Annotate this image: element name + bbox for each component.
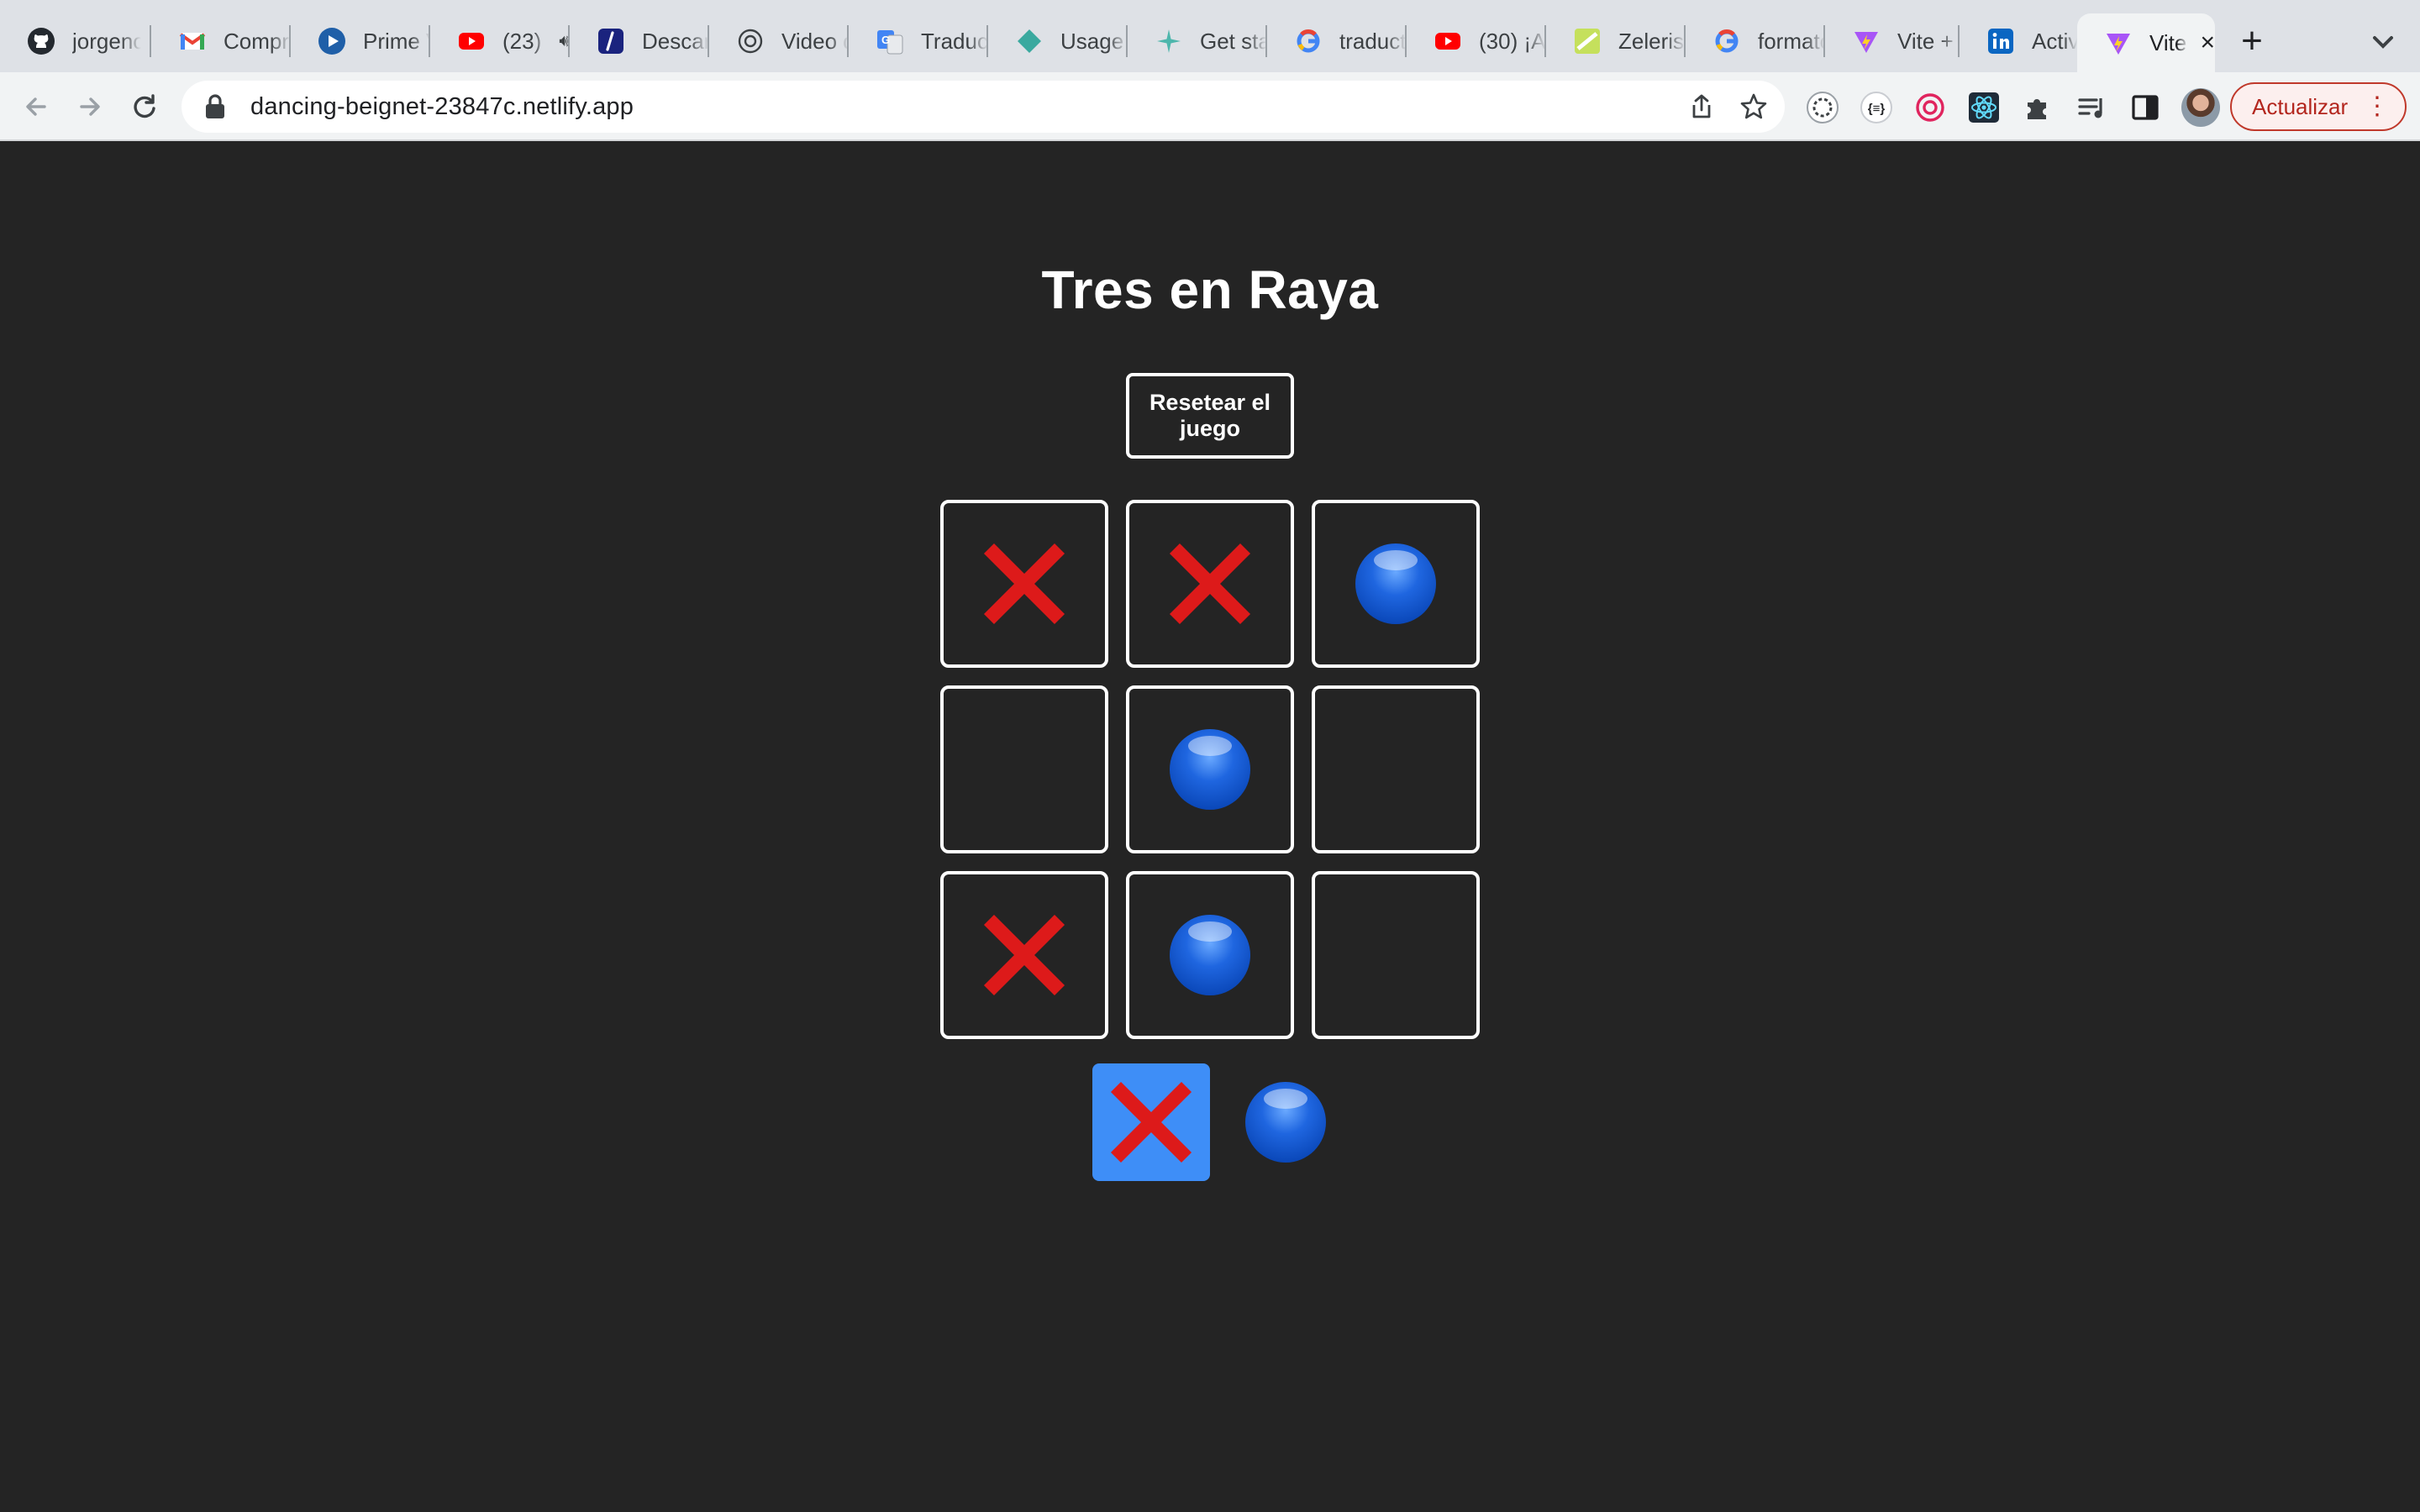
share-icon[interactable] — [1687, 92, 1716, 121]
browser-tab[interactable]: Get sta — [1128, 13, 1267, 69]
game-board — [940, 500, 1480, 1039]
extensions-puzzle-icon[interactable] — [2019, 89, 2056, 126]
gmail-icon — [178, 27, 207, 55]
browser-tab[interactable]: (30) ¡A — [1407, 13, 1546, 69]
reload-icon[interactable] — [127, 89, 162, 124]
tab-title: jorgeno — [72, 28, 141, 54]
tab-title: traduct — [1339, 28, 1407, 54]
browser-tab[interactable]: traduct — [1267, 13, 1407, 69]
extension-lens-icon[interactable] — [1804, 89, 1841, 126]
tab-search-chevron-icon[interactable] — [2366, 25, 2400, 59]
react-devtools-icon[interactable] — [1965, 89, 2002, 126]
board-cell[interactable] — [940, 871, 1108, 1039]
tab-title: Descar — [642, 28, 709, 54]
more-menu-icon[interactable]: ⋮ — [2365, 92, 2390, 121]
browser-tab[interactable]: G Traduct — [849, 13, 988, 69]
browser-tab[interactable]: Video d — [709, 13, 849, 69]
page-content: Tres en Raya Resetear el juego — [0, 143, 2420, 1512]
board-cell[interactable] — [1126, 685, 1294, 853]
browser-tab[interactable]: formato — [1686, 13, 1825, 69]
media-control-icon[interactable] — [2073, 89, 2110, 126]
new-tab-button[interactable]: + — [2233, 20, 2270, 64]
github-icon — [27, 27, 55, 55]
browser-tab[interactable]: Vite × — [2077, 13, 2215, 72]
extension-json-icon[interactable]: {≡} — [1858, 89, 1895, 126]
address-bar[interactable]: dancing-beignet-23847c.netlify.app — [182, 81, 1785, 133]
tab-title: Prime V — [363, 28, 430, 54]
blue-circle-icon — [1170, 915, 1250, 995]
profile-avatar[interactable] — [2181, 88, 2220, 127]
download-site-icon — [597, 27, 625, 55]
cross-mark-icon — [983, 543, 1065, 625]
tab-title: Usage — [1060, 28, 1124, 54]
game-title: Tres en Raya — [1041, 260, 1379, 320]
lock-icon[interactable] — [203, 93, 227, 120]
tab-title: Video d — [781, 28, 849, 54]
tab-strip: jorgenoCompraPrime V(23)🔊︎DescarVideo dG… — [0, 0, 2420, 72]
browser-tab[interactable]: Usage — [988, 13, 1128, 69]
close-tab-icon[interactable]: × — [2200, 30, 2215, 55]
browser-tab[interactable]: (23) 🔊︎ — [430, 13, 570, 69]
side-panel-icon[interactable] — [2127, 89, 2164, 126]
google-icon — [1712, 27, 1741, 55]
tab-title: Zeleris — [1618, 28, 1685, 54]
board-cell[interactable] — [1312, 685, 1480, 853]
browser-tab[interactable]: Descar — [570, 13, 709, 69]
linkedin-icon — [1986, 27, 2015, 55]
zeleris-icon — [1573, 27, 1602, 55]
tab-title: formato — [1758, 28, 1825, 54]
browser-toolbar: dancing-beignet-23847c.netlify.app {≡} A… — [0, 72, 2420, 141]
blue-circle-icon — [1245, 1082, 1326, 1163]
tab-title: Vite — [2149, 29, 2187, 55]
back-arrow-icon[interactable] — [18, 89, 54, 124]
youtube-icon — [457, 27, 486, 55]
vite-icon — [1852, 27, 1881, 55]
tab-title: (30) ¡A — [1479, 28, 1546, 54]
board-cell[interactable] — [1126, 871, 1294, 1039]
browser-tab[interactable]: jorgeno — [0, 13, 151, 69]
board-cell[interactable] — [1312, 871, 1480, 1039]
browser-tab[interactable]: Zeleris — [1546, 13, 1686, 69]
blue-circle-icon — [1170, 729, 1250, 810]
tab-title: Compra — [224, 28, 291, 54]
tab-title: Traduct — [921, 28, 988, 54]
tab-title: (23) — [502, 28, 542, 54]
tab-title: Get sta — [1200, 28, 1267, 54]
board-cell[interactable] — [1126, 500, 1294, 668]
turn-indicator — [1092, 1063, 1344, 1181]
cross-mark-icon — [1169, 543, 1251, 625]
reset-game-button[interactable]: Resetear el juego — [1126, 373, 1294, 459]
cross-mark-icon — [1110, 1081, 1192, 1163]
vite-icon — [2104, 29, 2133, 57]
update-chrome-button[interactable]: Actualizar ⋮ — [2230, 82, 2407, 131]
forward-arrow-icon[interactable] — [72, 89, 108, 124]
svg-text:{≡}: {≡} — [1868, 102, 1886, 116]
blue-circle-icon — [1355, 543, 1436, 624]
prime-video-icon — [318, 27, 346, 55]
browser-tab[interactable]: Vite + R — [1825, 13, 1960, 69]
update-label: Actualizar — [2252, 93, 2349, 119]
extension-target-icon[interactable] — [1912, 89, 1949, 126]
browser-tab[interactable]: Compra — [151, 13, 291, 69]
board-cell[interactable] — [940, 500, 1108, 668]
board-cell[interactable] — [1312, 500, 1480, 668]
tab-title: Activid — [2032, 28, 2077, 54]
turn-x — [1092, 1063, 1210, 1181]
bookmark-star-icon[interactable] — [1739, 92, 1768, 121]
turn-o — [1227, 1063, 1344, 1181]
svg-text:G: G — [881, 34, 890, 46]
url-text[interactable]: dancing-beignet-23847c.netlify.app — [250, 93, 634, 121]
sparkle-icon — [1155, 27, 1183, 55]
google-translate-icon: G — [876, 27, 904, 55]
diamond-icon — [1015, 27, 1044, 55]
cross-mark-icon — [983, 914, 1065, 996]
tab-title: Vite + R — [1897, 28, 1960, 54]
browser-tab[interactable]: Prime V — [291, 13, 430, 69]
google-icon — [1294, 27, 1323, 55]
openai-icon — [736, 27, 765, 55]
browser-tab[interactable]: Activid — [1960, 13, 2077, 69]
youtube-icon — [1434, 27, 1462, 55]
board-cell[interactable] — [940, 685, 1108, 853]
